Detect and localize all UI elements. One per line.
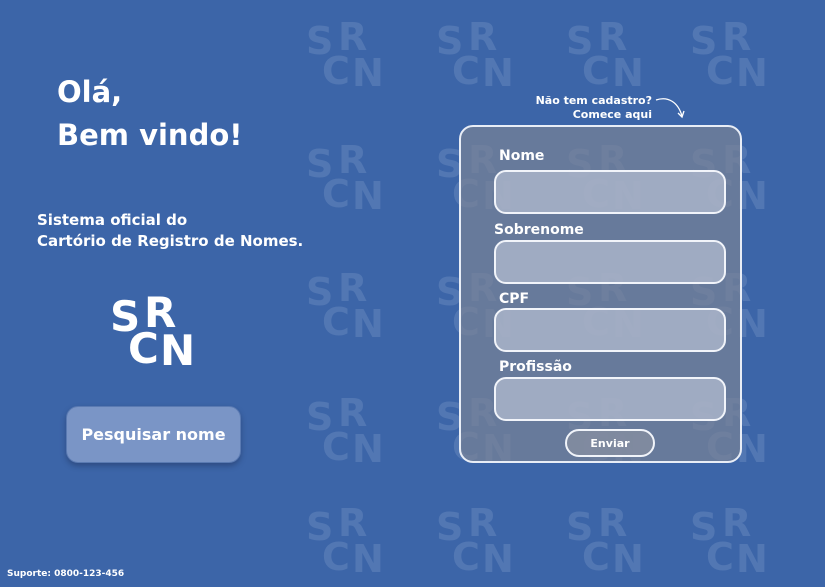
- welcome-heading: Olá, Bem vindo!: [57, 71, 242, 157]
- profissao-input[interactable]: [494, 377, 726, 421]
- field-label-nome: Nome: [499, 148, 545, 164]
- watermark-logo: SRCN: [566, 501, 644, 581]
- field-label-profissao: Profissão: [499, 359, 572, 375]
- field-label-sobrenome: Sobrenome: [494, 222, 584, 238]
- sobrenome-input[interactable]: [494, 240, 726, 284]
- watermark-logo: SRCN: [436, 15, 514, 95]
- watermark-logo: SRCN: [306, 501, 384, 581]
- srcn-logo: S R C N: [108, 292, 198, 373]
- watermark-logo: SRCN: [306, 138, 384, 218]
- curved-arrow-icon: [655, 98, 685, 119]
- nome-input[interactable]: [494, 170, 726, 214]
- field-label-cpf: CPF: [499, 291, 530, 307]
- welcome-heading-line2: Bem vindo!: [57, 118, 243, 152]
- signup-hint[interactable]: Não tem cadastro? Comece aqui: [520, 94, 652, 122]
- watermark-logo: SRCN: [690, 15, 768, 95]
- watermark-logo: SRCN: [566, 15, 644, 95]
- signup-form: Nome Sobrenome CPF Profissão Enviar: [459, 125, 742, 463]
- watermark-logo: SRCN: [306, 15, 384, 95]
- search-name-button[interactable]: Pesquisar nome: [66, 406, 241, 463]
- logo-letter-c: C: [128, 324, 159, 373]
- cpf-input[interactable]: [494, 308, 726, 352]
- support-phone: Suporte: 0800-123-456: [7, 569, 125, 579]
- watermark-logo: SRCN: [690, 501, 768, 581]
- watermark-logo: SRCN: [306, 266, 384, 346]
- submit-button[interactable]: Enviar: [565, 429, 655, 457]
- system-description-line2: Cartório de Registro de Nomes.: [37, 232, 304, 250]
- signup-hint-line2: Comece aqui: [572, 108, 652, 121]
- signup-hint-line1: Não tem cadastro?: [535, 94, 652, 107]
- watermark-logo: SRCN: [306, 391, 384, 471]
- system-description: Sistema oficial do Cartório de Registro …: [37, 210, 303, 252]
- watermark-logo: SRCN: [436, 501, 514, 581]
- welcome-heading-line1: Olá,: [57, 75, 123, 109]
- logo-letter-n: N: [160, 326, 195, 375]
- system-description-line1: Sistema oficial do: [37, 211, 188, 229]
